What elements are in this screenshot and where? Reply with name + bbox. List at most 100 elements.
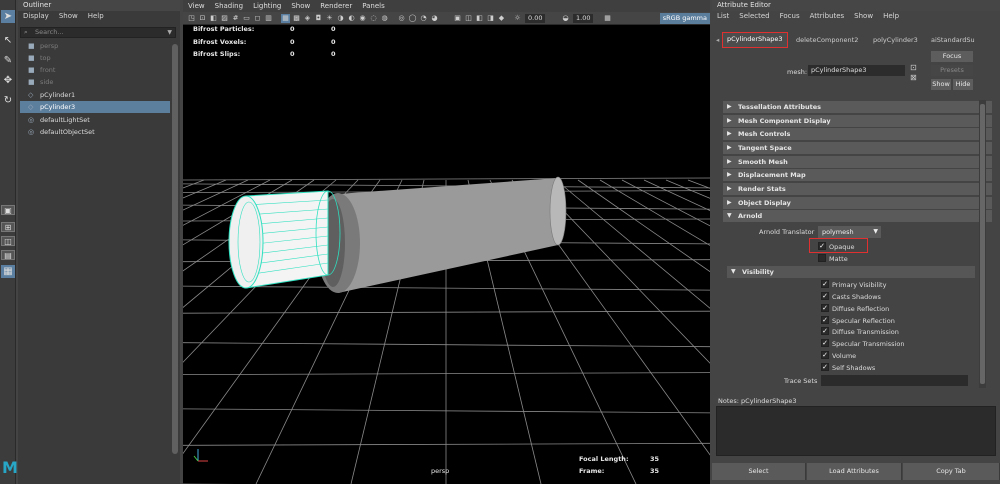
ipr-icon[interactable]: ◫ xyxy=(464,14,473,23)
mesh-name-field[interactable]: pCylinderShape3 xyxy=(808,65,905,76)
ambient-occlusion-icon[interactable]: ◐ xyxy=(347,14,356,23)
render-view-icon[interactable]: ▣ xyxy=(453,14,462,23)
diffuse-reflection-checkbox[interactable]: ✓ xyxy=(821,304,829,312)
grid-toggle-icon[interactable]: # xyxy=(231,14,240,23)
color-space-label[interactable]: sRGB gamma xyxy=(659,13,710,24)
viewport-menu-shading[interactable]: Shading xyxy=(215,0,243,12)
section-render-stats[interactable]: ▶ Render Stats xyxy=(723,183,992,195)
outliner-menu-help[interactable]: Help xyxy=(88,11,104,22)
outliner-item-defaultobjectset[interactable]: ◎ defaultObjectSet xyxy=(20,126,170,138)
tab-deletecomponent2[interactable]: deleteComponent2 xyxy=(796,34,858,46)
gate-mask-icon[interactable]: ▥ xyxy=(264,14,273,23)
exposure-icon[interactable]: ☼ xyxy=(513,14,522,23)
ae-menu-selected[interactable]: Selected xyxy=(739,11,769,22)
presets-button[interactable]: Presets xyxy=(931,65,973,76)
primary-visibility-checkbox[interactable]: ✓ xyxy=(821,280,829,288)
self-shadows-checkbox[interactable]: ✓ xyxy=(821,363,829,371)
wireframe-on-shaded-icon[interactable]: ◈ xyxy=(303,14,312,23)
viewport-canvas[interactable] xyxy=(183,25,710,484)
outliner-item-front[interactable]: ■ front xyxy=(20,64,170,76)
outliner-menu-display[interactable]: Display xyxy=(23,11,49,22)
side-by-side-layout-icon[interactable]: ◫ xyxy=(1,236,15,246)
volume-checkbox[interactable]: ✓ xyxy=(821,351,829,359)
matte-checkbox[interactable] xyxy=(818,254,826,262)
tab-aistandardsurface[interactable]: aiStandardSu xyxy=(931,34,975,46)
outliner-scrollbar[interactable] xyxy=(172,38,178,458)
scrollbar-thumb[interactable] xyxy=(980,104,985,384)
outliner-search-input[interactable]: ⌕ Search... ▼ xyxy=(20,27,176,38)
select-tool-icon[interactable]: ➤ xyxy=(1,10,15,23)
section-visibility[interactable]: ▼ Visibility xyxy=(727,266,975,278)
film-gate-icon[interactable]: ▭ xyxy=(242,14,251,23)
casts-shadows-checkbox[interactable]: ✓ xyxy=(821,292,829,300)
viewport-menu-panels[interactable]: Panels xyxy=(362,0,385,12)
tab-pcylindershape3[interactable]: pCylinderShape3 xyxy=(722,32,788,48)
color-management-icon[interactable]: ◆ xyxy=(497,14,506,23)
view-transform-icon[interactable]: ▦ xyxy=(603,14,612,23)
isolate-select-icon[interactable]: ◎ xyxy=(397,14,406,23)
resolution-gate-icon[interactable]: ◻ xyxy=(253,14,262,23)
outliner-item-persp[interactable]: ■ persp xyxy=(20,40,170,52)
ae-menu-list[interactable]: List xyxy=(717,11,729,22)
smooth-shade-icon[interactable]: ▩ xyxy=(292,14,301,23)
outliner-item-defaultlightset[interactable]: ◎ defaultLightSet xyxy=(20,114,170,126)
select-node-icon[interactable]: ⊡ xyxy=(910,63,917,72)
outliner-item-pcylinder1[interactable]: ◇ pCylinder1 xyxy=(20,89,170,101)
section-object-display[interactable]: ▶ Object Display xyxy=(723,197,992,209)
viewport-menu-renderer[interactable]: Renderer xyxy=(320,0,352,12)
rotate-tool-icon[interactable]: ↻ xyxy=(1,94,15,107)
lock-camera-icon[interactable]: ⊡ xyxy=(198,14,207,23)
show-input-icon[interactable]: ⊠ xyxy=(910,73,917,82)
attribute-editor-scrollbar[interactable] xyxy=(979,100,986,388)
textured-icon[interactable]: ◘ xyxy=(314,14,323,23)
hide-button[interactable]: Hide xyxy=(953,79,973,90)
ae-menu-focus[interactable]: Focus xyxy=(780,11,800,22)
focus-button[interactable]: Focus xyxy=(931,51,973,62)
chevron-down-icon[interactable]: ▼ xyxy=(167,28,172,37)
outliner-item-side[interactable]: ■ side xyxy=(20,76,170,88)
section-mesh-component-display[interactable]: ▶ Mesh Component Display xyxy=(723,115,992,127)
xray-joints-icon[interactable]: ◔ xyxy=(419,14,428,23)
outliner-item-pcylinder3[interactable]: ◇ pCylinder3 xyxy=(20,101,170,113)
viewport-menu-view[interactable]: View xyxy=(188,0,205,12)
outliner-item-top[interactable]: ■ top xyxy=(20,52,170,64)
shadows-icon[interactable]: ◑ xyxy=(336,14,345,23)
tab-polycylinder3[interactable]: polyCylinder3 xyxy=(873,34,918,46)
bookmark-icon[interactable]: ◧ xyxy=(209,14,218,23)
outliner-menu-show[interactable]: Show xyxy=(59,11,78,22)
move-tool-icon[interactable]: ✥ xyxy=(1,74,15,87)
use-lights-icon[interactable]: ☀ xyxy=(325,14,334,23)
section-smooth-mesh[interactable]: ▶ Smooth Mesh xyxy=(723,156,992,168)
gamma-icon[interactable]: ◒ xyxy=(561,14,570,23)
select-camera-icon[interactable]: ◳ xyxy=(187,14,196,23)
section-mesh-controls[interactable]: ▶ Mesh Controls xyxy=(723,128,992,140)
exposure-field[interactable]: 0.00 xyxy=(525,14,546,23)
ae-menu-attributes[interactable]: Attributes xyxy=(810,11,845,22)
select-button[interactable]: Select xyxy=(712,463,806,480)
viewport-menu-lighting[interactable]: Lighting xyxy=(253,0,281,12)
gamma-field[interactable]: 1.00 xyxy=(573,14,594,23)
viewport-menu-show[interactable]: Show xyxy=(291,0,310,12)
arnold-translator-dropdown[interactable]: polymesh ▼ xyxy=(818,226,881,238)
ae-menu-help[interactable]: Help xyxy=(883,11,899,22)
trace-sets-field[interactable] xyxy=(821,375,968,386)
section-tangent-space[interactable]: ▶ Tangent Space xyxy=(723,142,992,154)
snapshot-icon[interactable]: ◧ xyxy=(475,14,484,23)
specular-reflection-checkbox[interactable]: ✓ xyxy=(821,316,829,324)
specular-transmission-checkbox[interactable]: ✓ xyxy=(821,339,829,347)
outliner-layout-icon[interactable]: ▤ xyxy=(1,250,15,260)
xray-components-icon[interactable]: ◕ xyxy=(430,14,439,23)
scrollbar-thumb[interactable] xyxy=(172,44,178,454)
copy-tab-button[interactable]: Copy Tab xyxy=(903,463,1000,480)
show-button[interactable]: Show xyxy=(931,79,951,90)
load-attributes-button[interactable]: Load Attributes xyxy=(807,463,902,480)
ae-menu-show[interactable]: Show xyxy=(854,11,873,22)
diffuse-transmission-checkbox[interactable]: ✓ xyxy=(821,327,829,335)
depth-of-field-icon[interactable]: ◍ xyxy=(380,14,389,23)
image-plane-icon[interactable]: ▨ xyxy=(220,14,229,23)
paint-tool-icon[interactable]: ✎ xyxy=(1,54,15,67)
lasso-tool-icon[interactable]: ↖ xyxy=(1,34,15,47)
persp-outliner-layout-icon[interactable]: ▦ xyxy=(1,265,15,278)
section-displacement-map[interactable]: ▶ Displacement Map xyxy=(723,169,992,181)
xray-icon[interactable]: ◯ xyxy=(408,14,417,23)
